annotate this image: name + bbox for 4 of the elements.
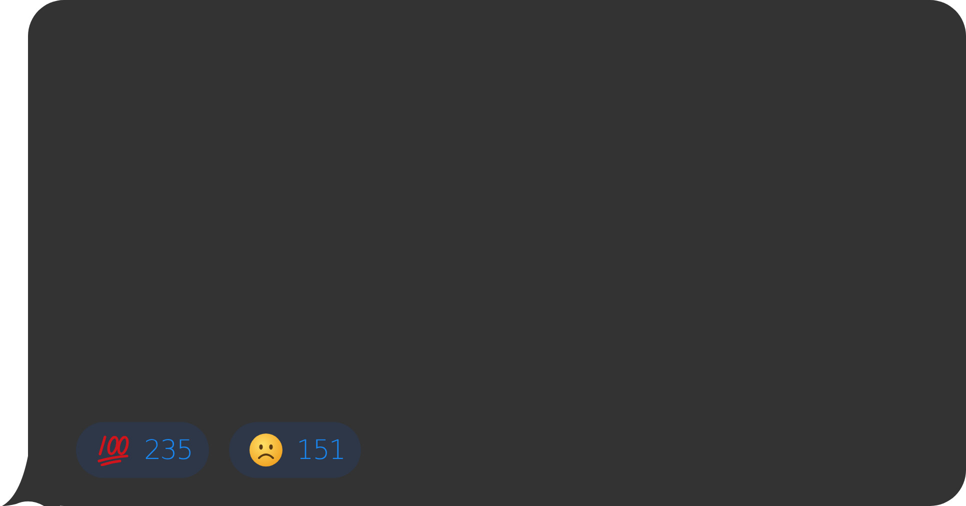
reaction-button[interactable]: 151 <box>228 422 362 478</box>
hundred-points-icon <box>96 434 130 466</box>
reaction-button[interactable]: 235 <box>76 422 209 478</box>
frowning-face-icon <box>248 433 283 467</box>
